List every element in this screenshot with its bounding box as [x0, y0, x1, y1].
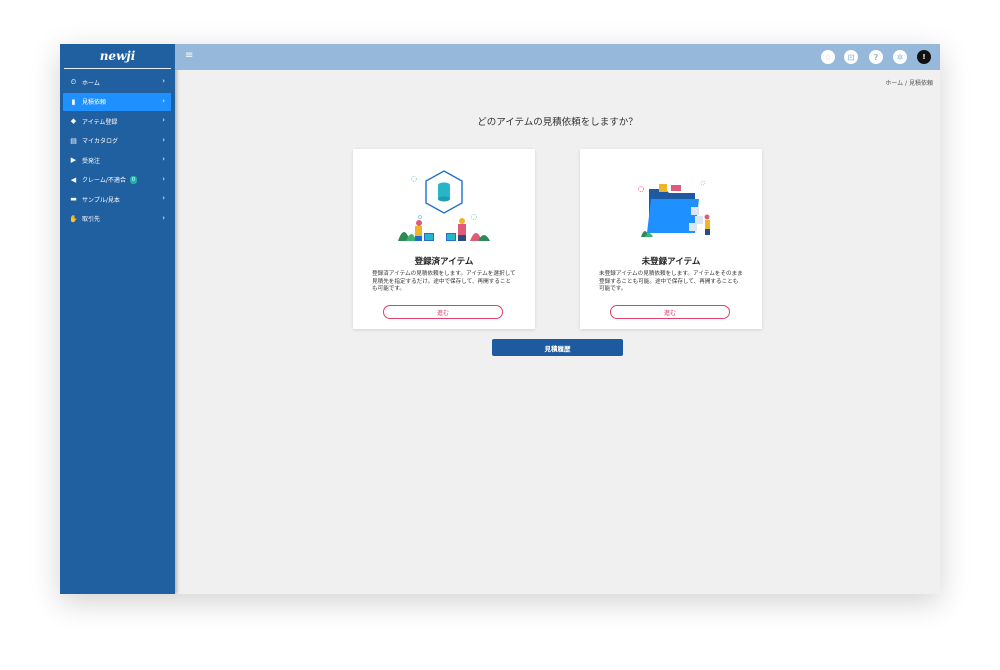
- sidebar-nav: ⏲ ホーム › ▮ 見積依頼 › ◆ アイテム登録 › ▤ マイカタログ › ▶: [60, 73, 175, 228]
- truck-icon: ▶: [70, 156, 77, 164]
- chevron-right-icon: ›: [162, 135, 165, 144]
- unregistered-proceed-button[interactable]: 進む: [610, 305, 730, 319]
- breadcrumb-separator: /: [905, 80, 908, 87]
- breadcrumb-current: 見積依頼: [908, 80, 933, 87]
- sidebar-item-item-registration[interactable]: ◆ アイテム登録 ›: [63, 112, 171, 130]
- chevron-right-icon: ›: [162, 213, 165, 222]
- card-description: 未登録アイテムの見積依頼をします。アイテムをそのまま登録することも可能。途中で保…: [599, 271, 743, 292]
- gear-icon[interactable]: ✲: [893, 50, 907, 64]
- registered-item-illustration: [398, 170, 490, 241]
- chart-icon[interactable]: ⊡: [844, 50, 858, 64]
- catalog-icon: ▤: [70, 136, 77, 145]
- sidebar-item-orders[interactable]: ▶ 受発注 ›: [63, 151, 171, 169]
- chevron-right-icon: ›: [162, 77, 165, 85]
- sidebar-item-label: マイカタログ: [82, 138, 119, 145]
- sidebar-item-label: サンプル/見本: [82, 196, 120, 204]
- user-avatar[interactable]: !: [917, 50, 931, 64]
- page-question: どのアイテムの見積依頼をしますか？: [477, 117, 638, 128]
- logo-divider: [64, 68, 171, 69]
- bell-icon[interactable]: ♢: [821, 50, 835, 64]
- logo: newji: [99, 49, 136, 63]
- menu-toggle-icon[interactable]: ≡: [185, 50, 193, 61]
- book-icon: ▬: [70, 195, 77, 203]
- unregistered-item-illustration: [638, 180, 710, 237]
- app-window: newji ⏲ ホーム › ▮ 見積依頼 › ◆ アイテム登録 › ▤ マイカタ…: [60, 44, 940, 594]
- gem-icon: ◆: [70, 117, 77, 125]
- sidebar-item-my-catalog[interactable]: ▤ マイカタログ ›: [63, 132, 171, 150]
- card-title: 未登録アイテム: [641, 257, 701, 267]
- dashboard-icon: ⏲: [70, 77, 77, 86]
- top-bar: ≡ ♢ ⊡ ? ✲ !: [175, 44, 940, 70]
- sidebar-item-samples[interactable]: ▬ サンプル/見本 ›: [63, 190, 171, 208]
- card-title: 登録済アイテム: [414, 257, 474, 267]
- breadcrumb-home-link[interactable]: ホーム: [885, 80, 903, 87]
- registered-proceed-button[interactable]: 進む: [383, 305, 503, 319]
- chevron-right-icon: ›: [162, 116, 165, 124]
- sidebar-item-label: クレーム/不適合: [82, 177, 126, 184]
- chevron-right-icon: ›: [162, 155, 165, 163]
- sidebar-item-claims[interactable]: ◀ クレーム/不適合 0 ›: [63, 171, 171, 189]
- handshake-icon: ✋: [69, 214, 78, 223]
- chevron-right-icon: ›: [162, 96, 165, 105]
- sidebar-item-label: 取引先: [82, 216, 101, 223]
- document-icon: ▮: [71, 97, 76, 106]
- chevron-right-icon: ›: [162, 174, 165, 183]
- sidebar-item-label: 見積依頼: [82, 99, 107, 106]
- sidebar-item-label: ホーム: [82, 79, 100, 87]
- sidebar-item-label: 受発注: [82, 157, 101, 165]
- sidebar-item-partners[interactable]: ✋ 取引先 ›: [63, 210, 171, 228]
- claims-count-badge: 0: [129, 175, 138, 184]
- sidebar-item-quote-request[interactable]: ▮ 見積依頼 ›: [63, 92, 171, 111]
- card-description: 登録済アイテムの見積依頼をします。アイテムを選択して見積先を指定するだけ。途中で…: [372, 271, 516, 292]
- quote-history-button[interactable]: 見積履歴: [492, 339, 623, 356]
- sidebar-item-home[interactable]: ⏲ ホーム ›: [63, 73, 171, 91]
- help-icon[interactable]: ?: [869, 50, 883, 64]
- breadcrumb: ホーム / 見積依頼: [885, 78, 933, 87]
- registered-item-card: 登録済アイテム 登録済アイテムの見積依頼をします。アイテムを選択して見積先を指定…: [353, 149, 535, 329]
- sidebar: newji ⏲ ホーム › ▮ 見積依頼 › ◆ アイテム登録 › ▤ マイカタ…: [60, 44, 175, 594]
- sidebar-item-label: アイテム登録: [82, 118, 118, 126]
- megaphone-icon: ◀: [70, 175, 77, 184]
- unregistered-item-card: 未登録アイテム 未登録アイテムの見積依頼をします。アイテムをそのまま登録すること…: [580, 149, 762, 329]
- chevron-right-icon: ›: [162, 194, 165, 202]
